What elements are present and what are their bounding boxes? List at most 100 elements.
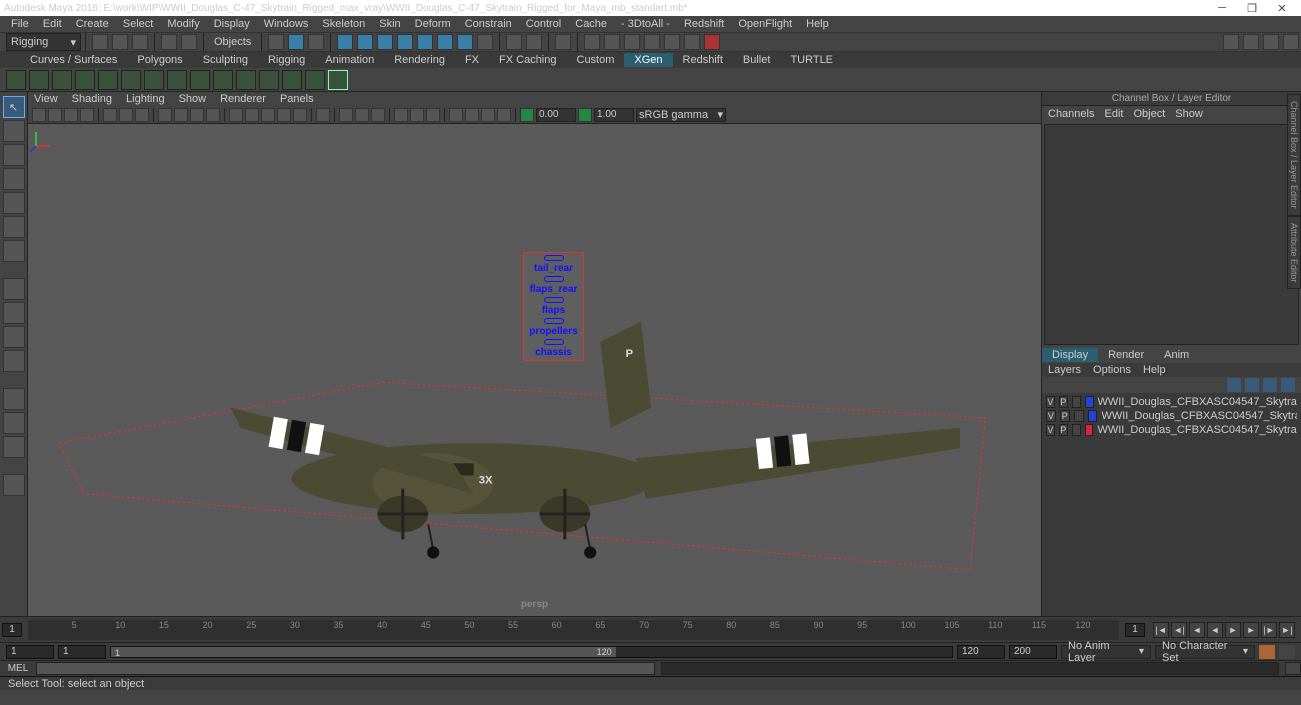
shelf-tab-custom[interactable]: Custom [567,53,625,67]
go-to-start-icon[interactable]: |◄ [1153,622,1169,638]
layout-two-stack-icon[interactable] [3,350,25,372]
rig-control-icon[interactable] [544,255,564,261]
shelf-icon-13[interactable] [305,70,325,90]
layer-type[interactable] [1072,424,1081,436]
menu-control[interactable]: Control [519,17,568,31]
play-forward-icon[interactable]: ► [1225,622,1241,638]
menu-file[interactable]: File [4,17,36,31]
layout-two-side-icon[interactable] [3,326,25,348]
light-editor-icon[interactable] [684,34,700,50]
outliner-icon[interactable] [3,388,25,410]
scale-tool[interactable] [3,216,25,238]
panel-layout-2-icon[interactable] [1243,34,1259,50]
lasso-tool[interactable] [3,120,25,142]
lock-camera-icon[interactable] [48,108,62,122]
vp-menu-panels[interactable]: Panels [280,93,314,105]
film-gate-icon[interactable] [174,108,188,122]
layer-playback[interactable]: P [1060,410,1070,422]
prefs-icon[interactable] [1279,645,1295,659]
rig-control-propellers[interactable]: propellers [529,326,577,337]
maximize-button[interactable]: ❐ [1237,1,1267,15]
range-scrub[interactable]: 1120 [110,646,953,658]
snap-center-icon[interactable] [457,34,473,50]
menu-help[interactable]: Help [799,17,836,31]
vp-menu-show[interactable]: Show [179,93,207,105]
menu-deform[interactable]: Deform [408,17,458,31]
new-layer-icon[interactable] [1263,378,1277,392]
exposure-toggle-icon[interactable] [520,108,534,122]
select-by-object-icon[interactable] [288,34,304,50]
panel-layout-4-icon[interactable] [1283,34,1299,50]
new-layer-assign-icon[interactable] [1281,378,1295,392]
viewport[interactable]: P [28,124,1041,616]
component-editor-icon[interactable] [3,436,25,458]
range-start-b[interactable]: 1 [58,645,106,659]
shelf-icon-14[interactable] [328,70,348,90]
viewtransform-icon[interactable] [426,108,440,122]
shelf-tab-bullet[interactable]: Bullet [733,53,781,67]
ipr-render-icon[interactable] [604,34,620,50]
shelf-icon-6[interactable] [144,70,164,90]
menu-edit[interactable]: Edit [36,17,69,31]
layout-single-icon[interactable] [3,278,25,300]
shelf-tab-xgen[interactable]: XGen [624,53,672,67]
render-view-icon[interactable] [644,34,660,50]
shelf-icon-8[interactable] [190,70,210,90]
menu-windows[interactable]: Windows [257,17,316,31]
rig-control-ui[interactable]: tail_rearflaps_rearflapspropellerschassi… [523,252,584,361]
vp-menu-renderer[interactable]: Renderer [220,93,266,105]
shelf-icon-10[interactable] [236,70,256,90]
ao-icon[interactable] [449,108,463,122]
last-tool[interactable] [3,240,25,262]
output-conn-icon[interactable] [526,34,542,50]
layer-row[interactable]: VPWWII_Douglas_CFBXASC04547_Skytrain_Rig… [1044,395,1299,409]
timeline-current-frame[interactable]: 1 [1125,623,1145,637]
xray-icon[interactable] [339,108,353,122]
close-button[interactable]: ✕ [1267,1,1297,15]
move-layer-down-icon[interactable] [1245,378,1259,392]
shadows-icon[interactable] [293,108,307,122]
render-setup-icon[interactable] [704,34,720,50]
channel-menu-show[interactable]: Show [1175,108,1203,120]
xray-components-icon[interactable] [371,108,385,122]
play-back-icon[interactable]: ◄ [1207,622,1223,638]
snap-live-icon[interactable] [437,34,453,50]
shelf-tab-fx-caching[interactable]: FX Caching [489,53,566,67]
hypershade-icon[interactable] [664,34,680,50]
select-tool[interactable]: ↖ [3,96,25,118]
undo-icon[interactable] [161,34,177,50]
grid-icon[interactable] [158,108,172,122]
timeline-ruler[interactable]: 5101520253035404550556065707580859095100… [28,620,1119,640]
xray-joints-icon[interactable] [355,108,369,122]
snap-plane-icon[interactable] [397,34,413,50]
layer-color[interactable] [1085,424,1094,436]
layer-type[interactable] [1074,410,1084,422]
rig-control-flaps-rear[interactable]: flaps_rear [530,284,578,295]
expand-toolbox-icon[interactable] [3,474,25,496]
motion-blur-icon[interactable] [465,108,479,122]
snap-view-icon[interactable] [417,34,433,50]
save-scene-icon[interactable] [132,34,148,50]
layer-tab-anim[interactable]: Anim [1154,348,1199,362]
layer-row[interactable]: VPWWII_Douglas_CFBXASC04547_Skytrain_Rig… [1044,409,1299,423]
layer-menu-layers[interactable]: Layers [1048,364,1081,376]
shelf-icon-9[interactable] [213,70,233,90]
layer-type[interactable] [1072,396,1081,408]
step-back-icon[interactable]: ◄ [1189,622,1205,638]
shelf-icon-3[interactable] [75,70,95,90]
range-end-b[interactable]: 200 [1009,645,1057,659]
snap-curve-icon[interactable] [357,34,373,50]
channel-menu-object[interactable]: Object [1133,108,1165,120]
snap-grid-icon[interactable] [337,34,353,50]
shaded-icon[interactable] [245,108,259,122]
layer-tab-render[interactable]: Render [1098,348,1154,362]
menu-select[interactable]: Select [116,17,161,31]
gamma-value[interactable]: 1.00 [594,108,634,122]
layer-menu-options[interactable]: Options [1093,364,1131,376]
layer-playback[interactable]: P [1059,424,1068,436]
move-tool[interactable] [3,168,25,190]
channel-menu-edit[interactable]: Edit [1104,108,1123,120]
rig-control-chassis[interactable]: chassis [535,347,572,358]
layer-color[interactable] [1088,410,1098,422]
workspace-selector[interactable]: Rigging▾ [6,33,81,51]
